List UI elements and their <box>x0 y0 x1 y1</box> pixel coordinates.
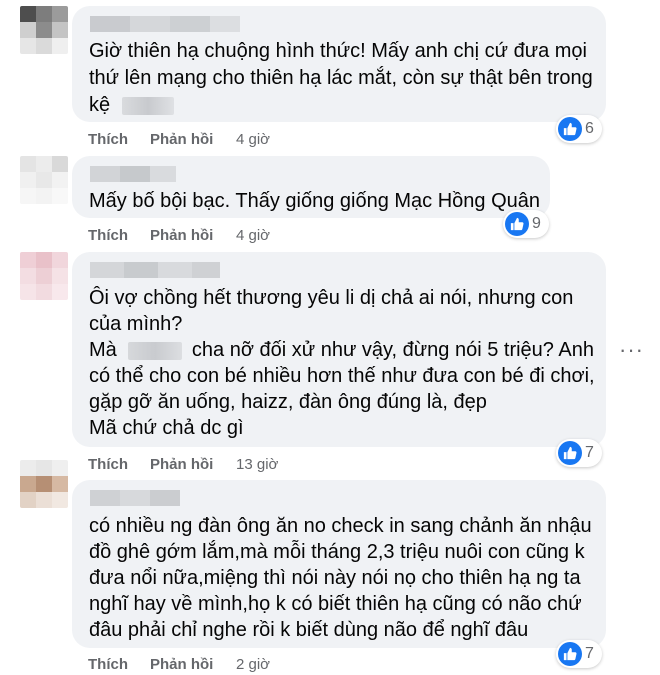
reaction-count: 9 <box>532 215 541 232</box>
reaction-summary[interactable]: 7 <box>556 439 602 467</box>
like-thumb-icon <box>558 441 582 465</box>
comment-bubble: có nhiều ng đàn ông ăn no check in sang … <box>72 480 606 648</box>
comment-line: Ôi vợ chồng hết thương yêu li dị chả ai … <box>89 287 574 309</box>
author-name-blurred[interactable] <box>90 16 240 32</box>
comment-actions: Thích Phản hồi 2 giờ <box>88 655 308 675</box>
reaction-count: 7 <box>585 444 594 461</box>
comment-line: Mã chứ chả dc gì <box>89 417 244 439</box>
reaction-count: 7 <box>585 645 594 662</box>
comment-line: có thể cho con bé nhiều hơn thế như đưa … <box>89 365 595 387</box>
reply-button[interactable]: Phản hồi <box>150 130 213 150</box>
comment-line: Mà cha nỡ đối xử như vậy, đừng nói 5 tri… <box>89 337 594 363</box>
comment-line: đồ ghê gớm lắm,mà mỗi tháng 2,3 triệu nu… <box>89 541 585 563</box>
like-thumb-icon <box>505 212 529 236</box>
comment-line: của mình? <box>89 313 183 335</box>
author-name-blurred[interactable] <box>90 490 180 506</box>
comment-line: đưa nổi nữa,miệng thì nói này nói nọ cho… <box>89 567 581 589</box>
comment-line: gặp gỡ ăn uống, haizz, đàn ông đúng là, … <box>89 391 487 413</box>
like-thumb-icon <box>558 117 582 141</box>
blurred-text <box>128 341 183 360</box>
comment-line: thứ lên mạng cho thiên hạ lác mắt, còn s… <box>89 67 593 89</box>
reply-button[interactable]: Phản hồi <box>150 226 213 246</box>
avatar[interactable] <box>20 156 68 204</box>
like-thumb-icon <box>558 642 582 666</box>
like-button[interactable]: Thích <box>88 455 128 475</box>
comment-line: đâu phải chỉ nghe rồi k biết dùng não để… <box>89 619 529 641</box>
comment-text: Mấy bố bội bạc. Thấy giống giống Mạc Hồn… <box>89 188 541 215</box>
comment-line-text: Mà <box>89 339 117 361</box>
comment-text: Giờ thiên hạ chuộng hình thức! Mấy anh c… <box>89 38 599 118</box>
comment-timestamp[interactable]: 13 giờ <box>236 455 278 475</box>
avatar[interactable] <box>20 252 68 300</box>
comment-actions: Thích Phản hồi 4 giờ <box>88 130 308 150</box>
comment-line: Mấy bố bội bạc. Thấy giống giống Mạc Hồn… <box>89 190 541 212</box>
avatar[interactable] <box>20 460 68 508</box>
reaction-summary[interactable]: 9 <box>503 210 549 238</box>
author-name-blurred[interactable] <box>90 166 176 182</box>
comment-timestamp[interactable]: 4 giờ <box>236 130 270 150</box>
comment-text: có nhiều ng đàn ông ăn no check in sang … <box>89 513 599 645</box>
like-button[interactable]: Thích <box>88 130 128 150</box>
reaction-count: 6 <box>585 120 594 137</box>
comment-bubble: Ôi vợ chồng hết thương yêu li dị chả ai … <box>72 252 606 447</box>
like-button[interactable]: Thích <box>88 655 128 675</box>
comment-line: kệ <box>89 92 174 118</box>
reaction-summary[interactable]: 7 <box>556 640 602 668</box>
reaction-summary[interactable]: 6 <box>556 115 602 143</box>
avatar[interactable] <box>20 6 68 54</box>
comment-actions: Thích Phản hồi 13 giờ <box>88 455 308 475</box>
comment-bubble: Mấy bố bội bạc. Thấy giống giống Mạc Hồn… <box>72 156 550 218</box>
reply-button[interactable]: Phản hồi <box>150 655 213 675</box>
author-name-blurred[interactable] <box>90 262 220 278</box>
comment-line-text: kệ <box>89 94 111 116</box>
comment-text: Ôi vợ chồng hết thương yêu li dị chả ai … <box>89 285 599 445</box>
reply-button[interactable]: Phản hồi <box>150 455 213 475</box>
comment-actions: Thích Phản hồi 4 giờ <box>88 226 308 246</box>
comment-line: nghĩ hay về mình,họ k có biết thiên hạ c… <box>89 593 582 615</box>
comment-line-text: cha nỡ đối xử như vậy, đừng nói 5 triệu?… <box>191 339 594 361</box>
like-button[interactable]: Thích <box>88 226 128 246</box>
comment-timestamp[interactable]: 2 giờ <box>236 655 270 675</box>
more-options-icon[interactable]: ··· <box>619 337 644 363</box>
comment-timestamp[interactable]: 4 giờ <box>236 226 270 246</box>
comment-line: có nhiều ng đàn ông ăn no check in sang … <box>89 515 592 537</box>
comment-bubble: Giờ thiên hạ chuộng hình thức! Mấy anh c… <box>72 6 606 122</box>
comment-line: Giờ thiên hạ chuộng hình thức! Mấy anh c… <box>89 40 587 62</box>
blurred-text <box>121 96 174 115</box>
